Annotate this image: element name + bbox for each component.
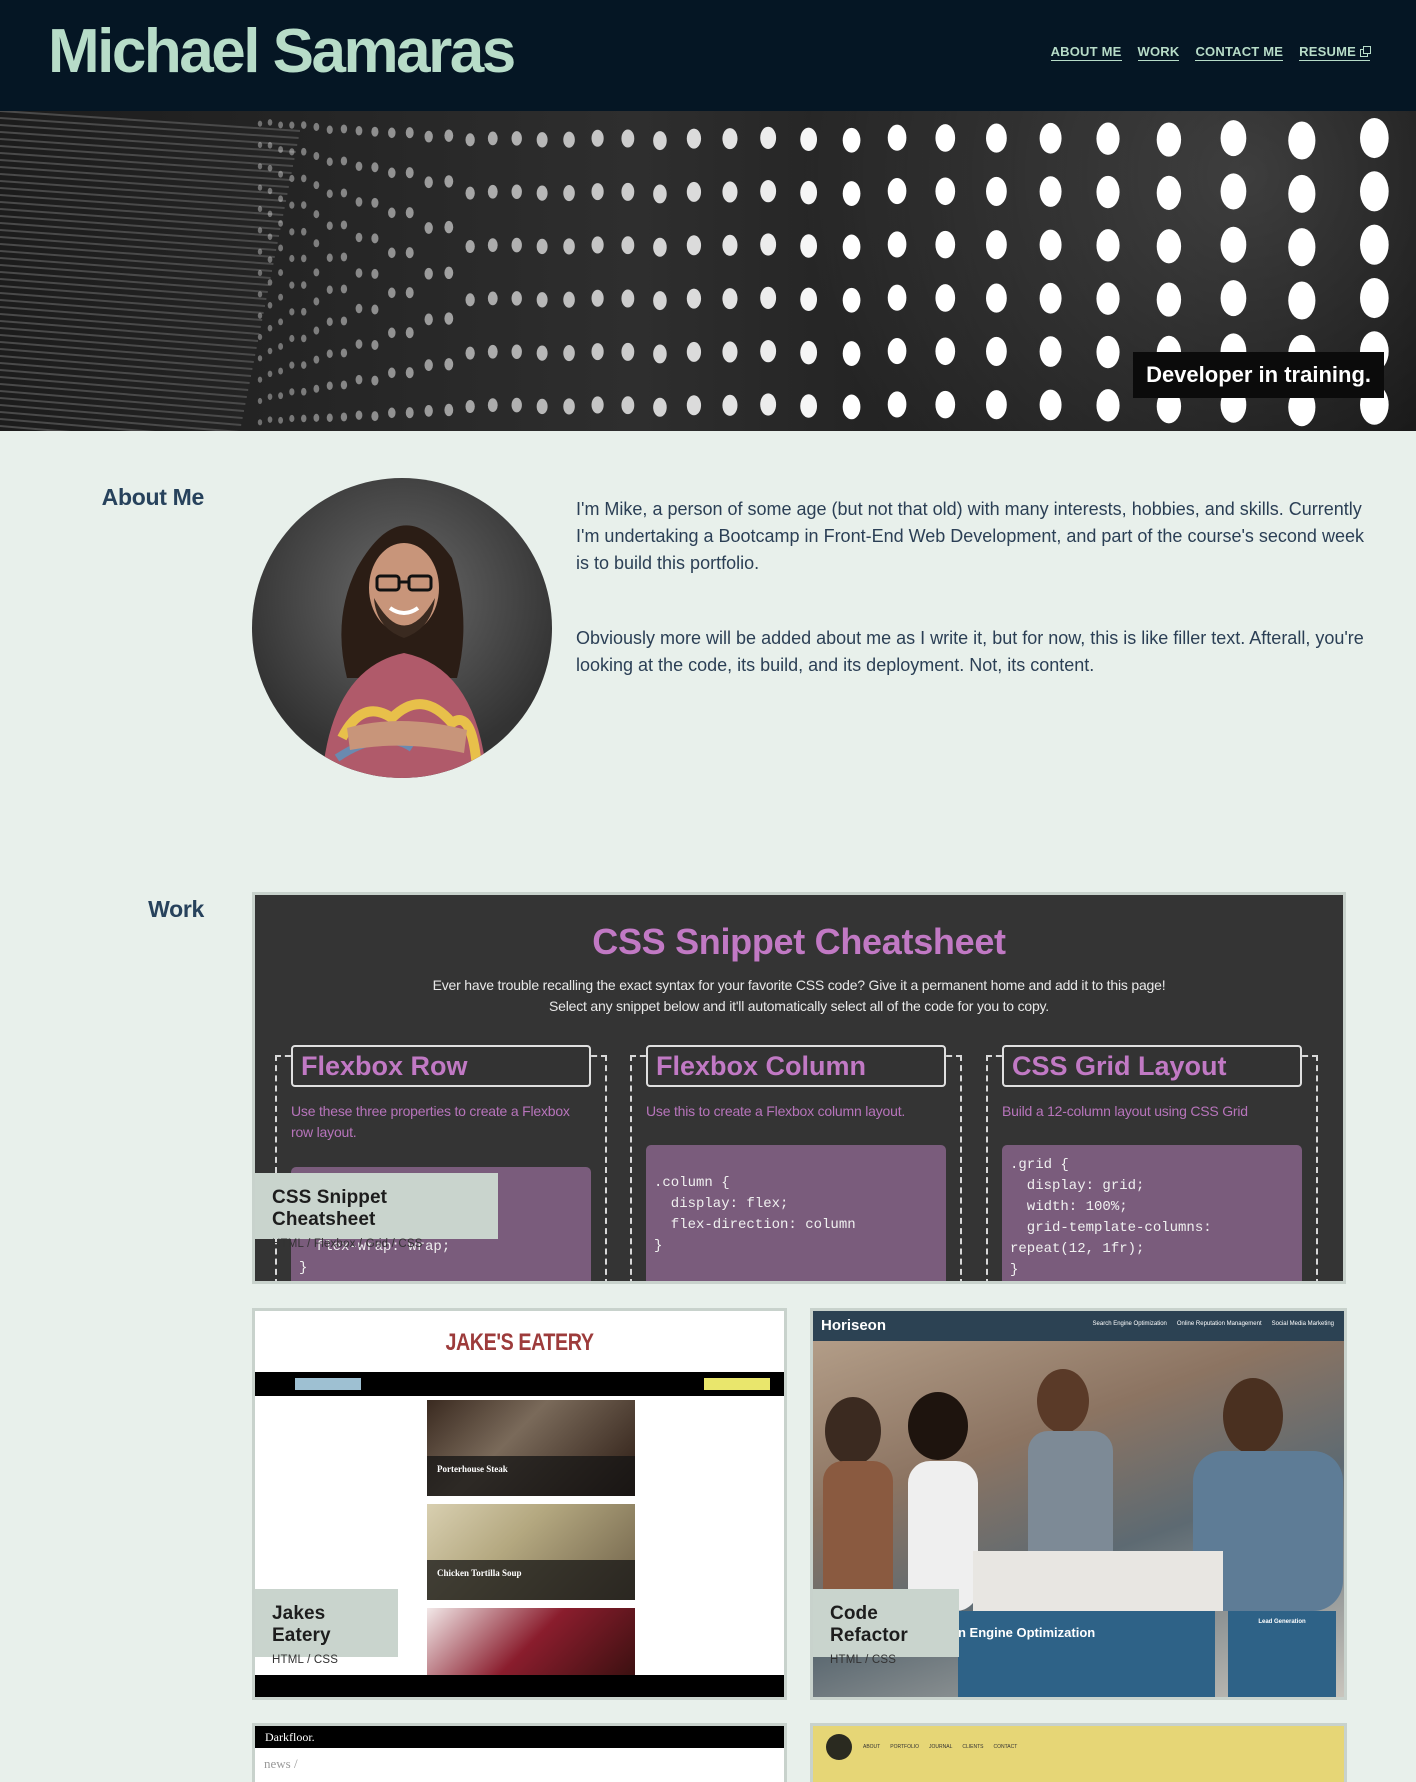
nav-resume-label: RESUME <box>1299 44 1356 59</box>
preview-section-title: news / <box>264 1756 298 1771</box>
project-card-yellow[interactable]: ABOUT PORTFOLIO JOURNAL CLIENTS CONTACT <box>810 1723 1347 1782</box>
project-preview: ABOUT PORTFOLIO JOURNAL CLIENTS CONTACT <box>813 1726 1344 1782</box>
site-name: Michael Samaras <box>48 17 516 86</box>
preview-title: CSS Snippet Cheatsheet <box>592 921 1006 962</box>
project-card-darkfloor[interactable]: Darkfloor. news / <box>252 1723 787 1782</box>
project-title: CSS Snippet Cheatsheet <box>272 1187 388 1230</box>
project-tech: HTML / Flexbox / Grid / CSS <box>272 1238 423 1250</box>
preview-dish-name: Chicken Tortilla Soup <box>427 1560 635 1600</box>
preview-code: .column { display: flex; flex-direction:… <box>646 1145 946 1281</box>
preview-link: ABOUT <box>863 1744 881 1750</box>
preview-column-heading: Flexbox Column <box>646 1045 946 1087</box>
profile-photo <box>252 478 552 778</box>
project-tech: HTML / CSS <box>272 1654 339 1666</box>
nav-contact-me[interactable]: CONTACT ME <box>1195 44 1284 61</box>
about-heading: About Me <box>101 484 205 510</box>
preview-logo: Darkfloor. <box>265 1730 315 1744</box>
nav-resume[interactable]: RESUME <box>1299 44 1371 61</box>
project-label: CSS Snippet Cheatsheet HTML / Flexbox / … <box>255 1173 498 1250</box>
preview-dish-image <box>427 1608 635 1678</box>
preview-link: JOURNAL <box>929 1744 953 1750</box>
preview-code: .grid { display: grid; width: 100%; grid… <box>1002 1145 1302 1281</box>
preview-dish-name: Porterhouse Steak <box>427 1456 635 1496</box>
hero-banner: Developer in training. <box>0 111 1416 431</box>
external-link-icon <box>1360 46 1371 57</box>
project-card-css-snippet[interactable]: CSS Snippet Cheatsheet Ever have trouble… <box>252 892 1346 1284</box>
preview-column-desc: Use these three properties to create a F… <box>291 1103 570 1140</box>
project-preview: Darkfloor. news / <box>255 1726 784 1782</box>
project-title: Code Refactor <box>830 1603 908 1646</box>
about-paragraph: I'm Mike, a person of some age (but not … <box>576 499 1364 573</box>
preview-link: CONTACT <box>993 1744 1018 1750</box>
preview-column-heading: CSS Grid Layout <box>1002 1045 1302 1087</box>
preview-links: ABOUT PORTFOLIO JOURNAL CLIENTS CONTACT <box>863 1744 1017 1750</box>
preview-dish-image: Porterhouse Steak <box>427 1400 635 1496</box>
project-label: Code Refactor HTML / CSS <box>813 1589 959 1666</box>
preview-link: PORTFOLIO <box>890 1744 920 1750</box>
about-paragraph: Obviously more will be added about me as… <box>576 628 1364 675</box>
preview-side-heading: Lead Generation <box>1258 1619 1306 1625</box>
work-heading: Work <box>148 896 204 922</box>
preview-column: CSS Grid Layout Build a 12-column layout… <box>986 1045 1318 1281</box>
nav-work[interactable]: WORK <box>1137 44 1180 61</box>
project-tech: HTML / CSS <box>830 1654 897 1666</box>
preview-column-desc: Use this to create a Flexbox column layo… <box>646 1103 906 1119</box>
preview-link: CLIENTS <box>962 1744 984 1750</box>
preview-panel: n Engine Optimization <box>958 1611 1215 1697</box>
preview-column-heading: Flexbox Row <box>291 1045 591 1087</box>
about-text: I'm Mike, a person of some age (but not … <box>576 496 1366 727</box>
preview-nav-bar: Darkfloor. <box>255 1726 784 1748</box>
project-card-jakes-eatery[interactable]: JAKE'S EATERY Porterhouse Steak Chicken … <box>252 1308 787 1700</box>
preview-description: Ever have trouble recalling the exact sy… <box>432 977 1166 1014</box>
preview-button <box>295 1378 361 1390</box>
preview-column: Flexbox Column Use this to create a Flex… <box>630 1045 962 1281</box>
nav-about-me[interactable]: ABOUT ME <box>1050 44 1122 61</box>
project-title: Jakes Eatery <box>272 1603 331 1646</box>
preview-footer <box>255 1675 784 1697</box>
hero-tagline: Developer in training. <box>1133 352 1384 398</box>
preview-side-panel: Lead Generation <box>1228 1611 1336 1697</box>
site-header: Michael Samaras ABOUT ME WORK CONTACT ME… <box>0 0 1416 111</box>
project-label: Jakes Eatery HTML / CSS <box>255 1589 398 1666</box>
main-nav: ABOUT ME WORK CONTACT ME RESUME <box>1050 44 1371 61</box>
preview-logo-icon <box>826 1734 852 1760</box>
project-card-code-refactor[interactable]: Horiseon Search Engine Optimization Onli… <box>810 1308 1347 1700</box>
preview-panel-heading: n Engine Optimization <box>958 1625 1096 1640</box>
preview-button <box>704 1378 770 1390</box>
preview-title: JAKE'S EATERY <box>445 1329 594 1356</box>
preview-column-desc: Build a 12-column layout using CSS Grid <box>1002 1103 1248 1119</box>
preview-dish-image: Chicken Tortilla Soup <box>427 1504 635 1600</box>
